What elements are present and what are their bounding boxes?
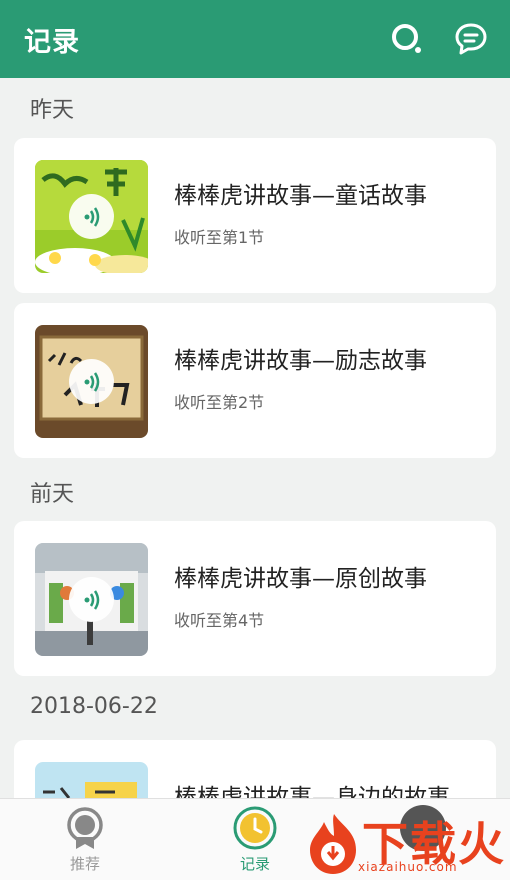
- history-item[interactable]: 棒棒虎讲故事—身边的故事: [14, 740, 496, 798]
- flame-logo-icon: [310, 814, 356, 874]
- album-cover: [35, 325, 148, 438]
- page-title: 记录: [24, 26, 80, 58]
- story-title: 棒棒虎讲故事—原创故事: [174, 566, 427, 592]
- history-item[interactable]: 棒棒虎讲故事—童话故事 收听至第1节: [14, 138, 496, 293]
- watermark: 下载火 xiazaihuo.com: [300, 808, 510, 880]
- tab-recommend[interactable]: 推荐: [25, 799, 145, 880]
- tab-label: 推荐: [69, 855, 100, 873]
- story-title: 棒棒虎讲故事—励志故事: [174, 348, 427, 374]
- listen-progress: 收听至第2节: [174, 393, 265, 412]
- header-actions: [390, 22, 488, 56]
- section-label-date: 2018-06-22: [30, 694, 158, 719]
- play-badge: [69, 577, 114, 622]
- play-badge: [69, 194, 114, 239]
- album-cover: [35, 762, 148, 798]
- medal-icon: [67, 807, 103, 849]
- story-title: 棒棒虎讲故事—童话故事: [174, 183, 427, 209]
- message-icon[interactable]: [454, 22, 488, 56]
- app-header: 记录: [0, 0, 510, 78]
- album-cover: [35, 160, 148, 273]
- listen-progress: 收听至第1节: [174, 228, 265, 247]
- section-label-day-before: 前天: [30, 482, 75, 507]
- history-item[interactable]: 棒棒虎讲故事—原创故事 收听至第4节: [14, 521, 496, 676]
- sound-wave-icon: [84, 206, 99, 227]
- tab-label: 记录: [239, 855, 270, 873]
- tab-history[interactable]: 记录: [195, 799, 315, 880]
- section-label-yesterday: 昨天: [30, 98, 75, 123]
- album-cover: [35, 543, 148, 656]
- story-title: 棒棒虎讲故事—身边的故事: [174, 785, 450, 798]
- play-badge: [69, 359, 114, 404]
- search-icon[interactable]: [390, 22, 424, 56]
- sound-wave-icon: [84, 371, 99, 392]
- history-item[interactable]: 棒棒虎讲故事—励志故事 收听至第2节: [14, 303, 496, 458]
- listen-progress: 收听至第4节: [174, 611, 265, 630]
- watermark-url: xiazaihuo.com: [358, 860, 458, 874]
- history-list[interactable]: 昨天 棒棒虎讲故事—童话故事 收听至第1节 棒棒虎讲故事—励志故事 收听至第2节…: [0, 78, 510, 798]
- sound-wave-icon: [84, 589, 99, 610]
- clock-icon: [233, 806, 277, 850]
